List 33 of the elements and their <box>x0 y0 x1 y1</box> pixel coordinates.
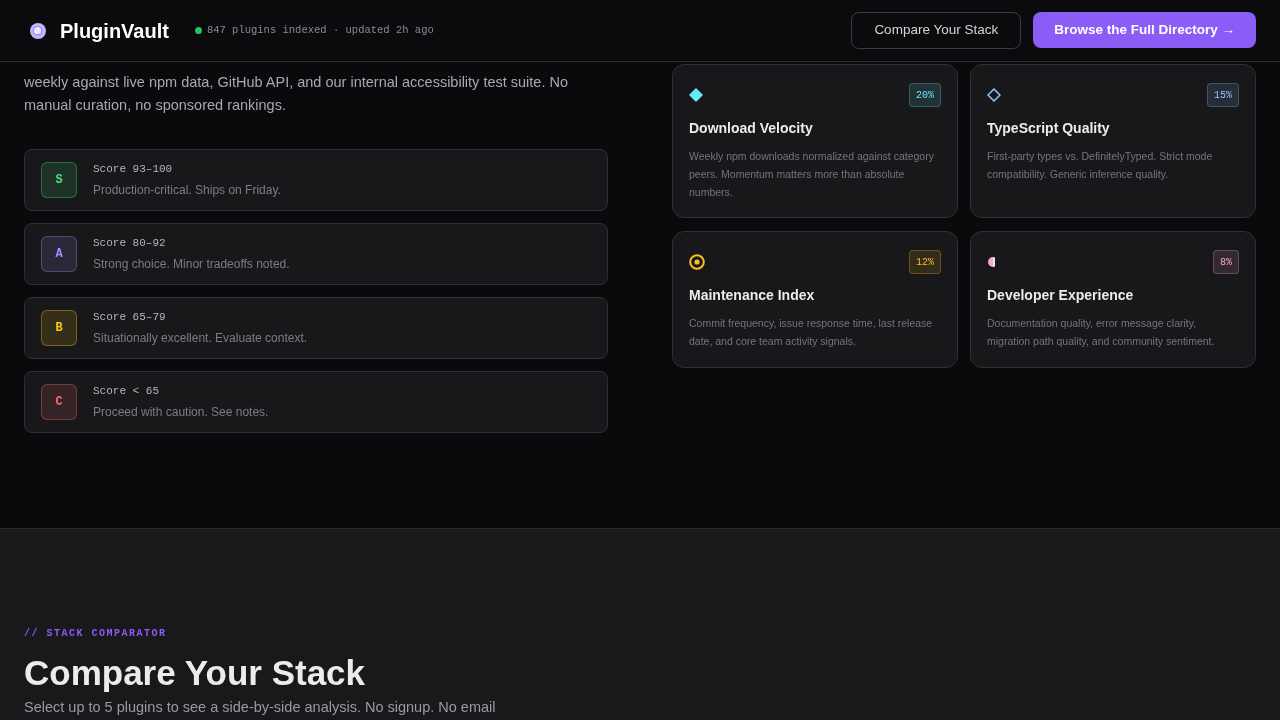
section-eyebrow: // STACK COMPARATOR <box>24 627 168 641</box>
methodology-paragraph: weekly against live npm data, GitHub API, and our internal accessibility test suite. No manual curation, no sponsored rankings. <box>24 73 570 115</box>
weight-badge: 8% <box>1213 250 1239 274</box>
dimension-title: TypeScript Quality <box>987 119 1111 138</box>
section-heading: Compare Your Stack <box>24 652 367 694</box>
dimension-description: First-party types vs. DefinitelyTyped. Strict mode compatibility. Generic inference quality. <box>987 149 1214 182</box>
section-subtitle: Select up to 5 plugins to see a side-by-side analysis. No signup. No email <box>24 698 497 716</box>
score-range: Score 80–92 <box>93 236 167 252</box>
weight-badge: 20% <box>909 83 941 107</box>
score-range: Score 93–100 <box>93 162 174 178</box>
dimension-title: Developer Experience <box>987 286 1135 305</box>
brand-name[interactable]: PluginVault <box>60 15 169 46</box>
score-range: Score 65–79 <box>93 310 167 326</box>
grade-note: Situationally excellent. Evaluate context. <box>93 329 308 347</box>
dimension-description: Documentation quality, error message clarity, migration path quality, and community sentiment. <box>987 316 1216 349</box>
grade-note: Proceed with caution. See notes. <box>93 403 269 421</box>
grade-badge: B <box>41 310 77 346</box>
weight-badge: 15% <box>1207 83 1239 107</box>
dimension-description: Commit frequency, issue response time, last release date, and core team activity signals. <box>689 316 934 349</box>
score-range: Score < 65 <box>93 384 160 400</box>
dimension-title: Maintenance Index <box>689 286 816 305</box>
grade-badge: S <box>41 162 77 198</box>
logo-icon <box>29 21 47 40</box>
dimension-description: Weekly npm downloads normalized against category peers. Momentum matters more than absolute numbers. <box>689 149 935 200</box>
dimension-title: Download Velocity <box>689 119 814 138</box>
grade-note: Strong choice. Minor tradeoffs noted. <box>93 255 290 273</box>
weight-badge: 12% <box>909 250 941 274</box>
grade-badge: C <box>41 384 77 420</box>
compare-stack-button[interactable]: Compare Your Stack <box>851 12 1022 49</box>
browse-directory-button[interactable]: Browse the Full Directory → <box>1033 12 1256 48</box>
grade-note: Production-critical. Ships on Friday. <box>93 181 281 199</box>
index-status: 847 plugins indexed · updated 2h ago <box>206 22 434 38</box>
grade-badge: A <box>41 236 77 272</box>
